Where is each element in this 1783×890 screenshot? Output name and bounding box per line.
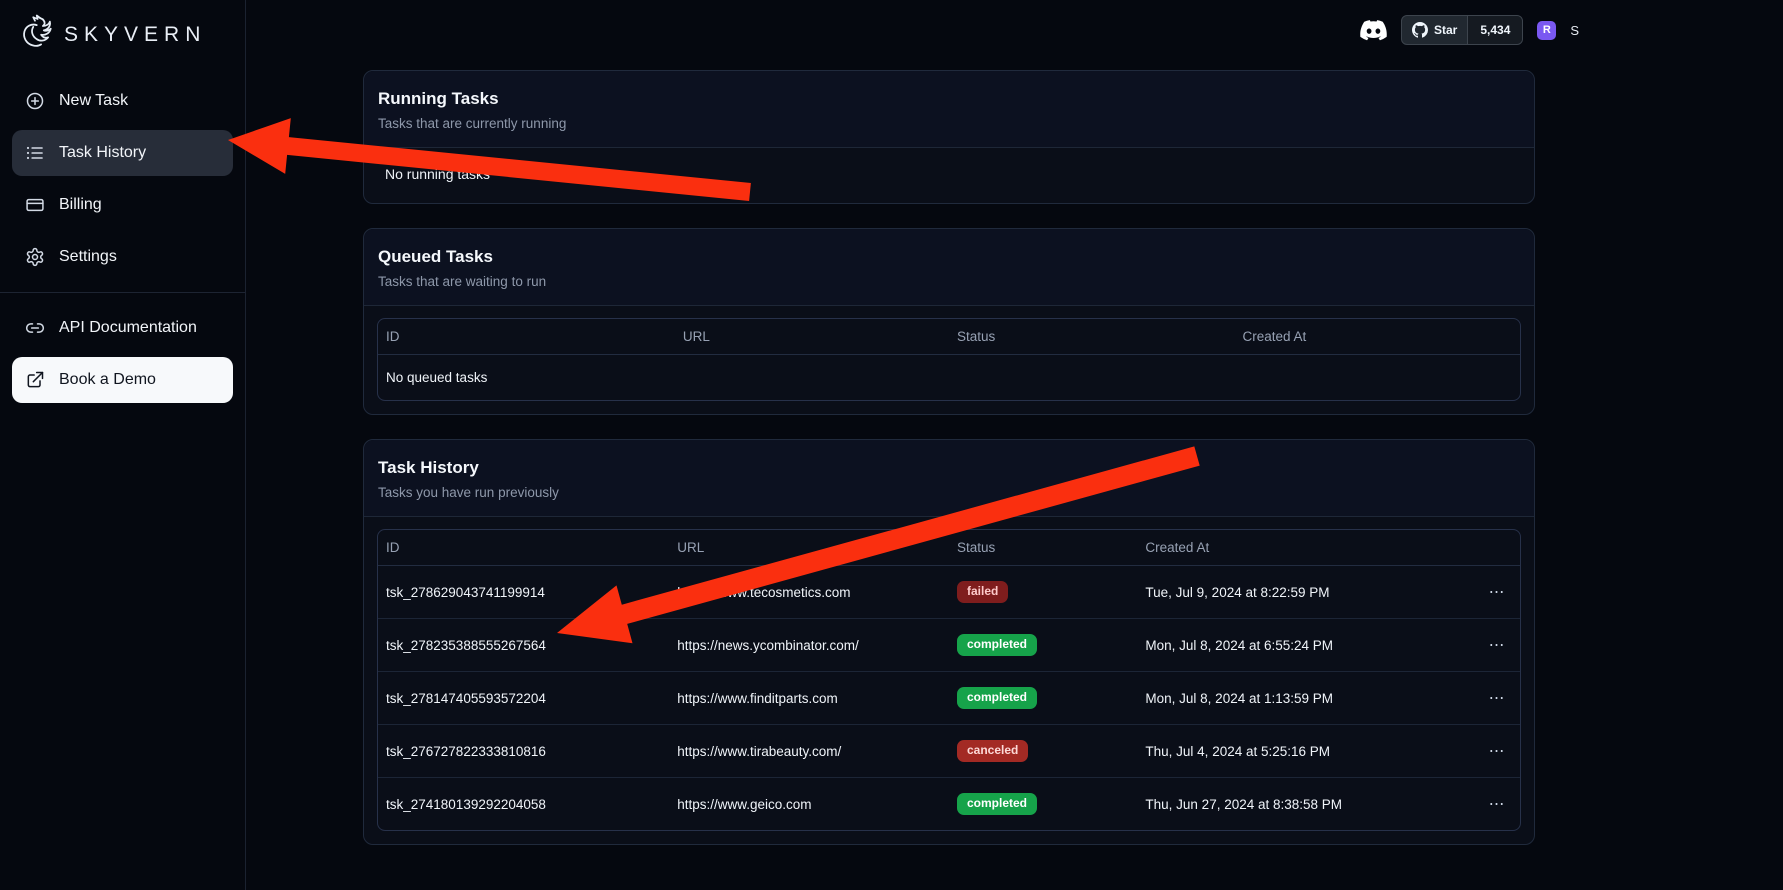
table-row[interactable]: tsk_278147405593572204 https://www.findi… [378, 672, 1520, 725]
card-subtitle: Tasks that are waiting to run [378, 274, 1520, 289]
main-content: Running Tasks Tasks that are currently r… [246, 0, 1783, 890]
task-id: tsk_278147405593572204 [378, 672, 669, 725]
sidebar-item-label: Book a Demo [59, 371, 156, 389]
queued-tasks-header: Queued Tasks Tasks that are waiting to r… [364, 229, 1534, 306]
column-header-url: URL [675, 319, 949, 355]
row-menu-button[interactable]: ⋯ [1474, 778, 1520, 831]
task-url: https://news.ycombinator.com/ [669, 619, 949, 672]
gear-icon [25, 247, 45, 267]
sidebar-item-label: API Documentation [59, 319, 197, 337]
status-badge: completed [957, 634, 1037, 656]
task-history-body: ID URL Status Created At tsk_27862904374… [364, 517, 1534, 844]
task-id: tsk_276727822333810816 [378, 725, 669, 778]
table-row[interactable]: tsk_278235388555267564 https://news.ycom… [378, 619, 1520, 672]
column-header-created-at: Created At [1137, 530, 1474, 566]
task-created-at: Mon, Jul 8, 2024 at 1:13:59 PM [1137, 672, 1474, 725]
brand-name: SKYVERN [64, 23, 206, 47]
queued-tasks-table: ID URL Status Created At No queued tasks [377, 318, 1521, 401]
list-icon [25, 143, 45, 163]
row-menu-button[interactable]: ⋯ [1474, 619, 1520, 672]
status-badge: canceled [957, 740, 1028, 762]
task-history-table: ID URL Status Created At tsk_27862904374… [377, 529, 1521, 831]
table-row[interactable]: tsk_276727822333810816 https://www.tirab… [378, 725, 1520, 778]
book-a-demo-button[interactable]: Book a Demo [12, 357, 233, 403]
task-created-at: Tue, Jul 9, 2024 at 8:22:59 PM [1137, 566, 1474, 619]
sidebar-item-settings[interactable]: Settings [12, 234, 233, 280]
task-url: https://www.finditparts.com [669, 672, 949, 725]
card-title: Running Tasks [378, 89, 1520, 109]
plus-circle-icon [25, 91, 45, 111]
external-link-icon [25, 370, 45, 390]
sidebar: SKYVERN New Task Task History Billing [0, 0, 246, 890]
card-title: Task History [378, 458, 1520, 478]
running-tasks-card: Running Tasks Tasks that are currently r… [363, 70, 1535, 204]
status-badge: completed [957, 687, 1037, 709]
task-id: tsk_278629043741199914 [378, 566, 669, 619]
sidebar-item-label: Billing [59, 196, 102, 214]
link-icon [25, 318, 45, 338]
credit-card-icon [25, 195, 45, 215]
task-created-at: Thu, Jun 27, 2024 at 8:38:58 PM [1137, 778, 1474, 831]
brand-logo-row[interactable]: SKYVERN [0, 8, 245, 62]
task-url: https://www.geico.com [669, 778, 949, 831]
sidebar-item-label: New Task [59, 92, 128, 110]
task-created-at: Mon, Jul 8, 2024 at 6:55:24 PM [1137, 619, 1474, 672]
table-header-row: ID URL Status Created At [378, 530, 1520, 566]
task-created-at: Thu, Jul 4, 2024 at 5:25:16 PM [1137, 725, 1474, 778]
column-header-actions [1474, 530, 1520, 566]
task-history-header: Task History Tasks you have run previous… [364, 440, 1534, 517]
column-header-url: URL [669, 530, 949, 566]
no-queued-tasks-text: No queued tasks [378, 355, 1520, 401]
column-header-id: ID [378, 530, 669, 566]
sidebar-item-label: Settings [59, 248, 117, 266]
sidebar-item-task-history[interactable]: Task History [12, 130, 233, 176]
task-url: https://www.tirabeauty.com/ [669, 725, 949, 778]
running-tasks-header: Running Tasks Tasks that are currently r… [364, 71, 1534, 148]
row-menu-button[interactable]: ⋯ [1474, 725, 1520, 778]
column-header-created-at: Created At [1234, 319, 1520, 355]
card-subtitle: Tasks that are currently running [378, 116, 1520, 131]
skyvern-dragon-logo-icon [14, 12, 56, 59]
column-header-status: Status [949, 530, 1137, 566]
column-header-status: Status [949, 319, 1235, 355]
running-tasks-body: No running tasks [364, 148, 1534, 203]
sidebar-item-new-task[interactable]: New Task [12, 78, 233, 124]
queued-tasks-card: Queued Tasks Tasks that are waiting to r… [363, 228, 1535, 415]
task-history-card: Task History Tasks you have run previous… [363, 439, 1535, 845]
status-badge: completed [957, 793, 1037, 815]
empty-row: No queued tasks [378, 355, 1520, 401]
queued-tasks-body: ID URL Status Created At No queued tasks [364, 306, 1534, 414]
sidebar-nav: New Task Task History Billing Settings [0, 78, 245, 403]
table-header-row: ID URL Status Created At [378, 319, 1520, 355]
row-menu-button[interactable]: ⋯ [1474, 566, 1520, 619]
task-url: https://www.tecosmetics.com [669, 566, 949, 619]
task-id: tsk_278235388555267564 [378, 619, 669, 672]
app-window: SKYVERN New Task Task History Billing [0, 0, 1783, 890]
no-running-tasks-text: No running tasks [377, 160, 1521, 190]
task-id: tsk_274180139292204058 [378, 778, 669, 831]
row-menu-button[interactable]: ⋯ [1474, 672, 1520, 725]
sidebar-item-billing[interactable]: Billing [12, 182, 233, 228]
sidebar-item-label: Task History [59, 144, 146, 162]
table-row[interactable]: tsk_278629043741199914 https://www.tecos… [378, 566, 1520, 619]
card-title: Queued Tasks [378, 247, 1520, 267]
sidebar-divider [0, 292, 245, 293]
table-row[interactable]: tsk_274180139292204058 https://www.geico… [378, 778, 1520, 831]
card-subtitle: Tasks you have run previously [378, 485, 1520, 500]
column-header-id: ID [378, 319, 675, 355]
sidebar-item-api-documentation[interactable]: API Documentation [12, 305, 233, 351]
status-badge: failed [957, 581, 1008, 603]
